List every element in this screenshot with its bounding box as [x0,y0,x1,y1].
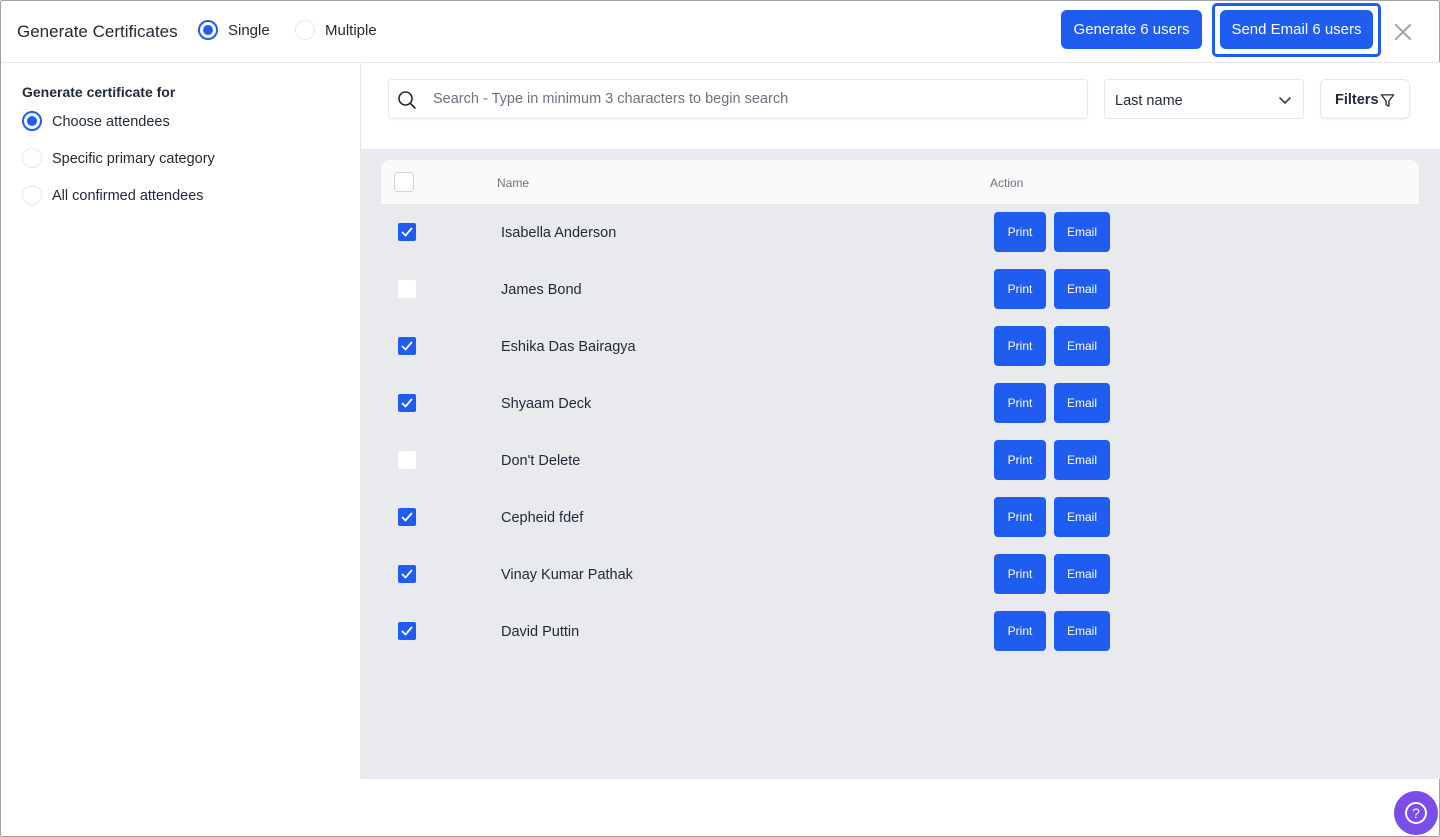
row-checkbox[interactable] [398,223,416,241]
page-title: Generate Certificates [17,22,178,41]
print-button[interactable]: Print [994,440,1046,480]
column-header-action: Action [990,176,1024,190]
print-button[interactable]: Print [994,383,1046,423]
print-button[interactable]: Print [994,269,1046,309]
sort-select[interactable]: Last name [1104,79,1304,119]
radio-single-label[interactable]: Single [228,22,270,39]
email-button[interactable]: Email [1054,554,1110,594]
row-checkbox[interactable] [398,565,416,583]
attendee-name: Shyaam Deck [501,396,592,412]
search-box [388,79,1088,119]
sidebar-heading: Generate certificate for [22,84,176,100]
checkmark-icon [401,341,413,351]
radio-specific-category-label[interactable]: Specific primary category [52,151,215,167]
row-checkbox[interactable] [398,508,416,526]
checkmark-icon [401,512,413,522]
radio-single[interactable] [198,20,218,40]
print-button[interactable]: Print [994,611,1046,651]
email-button[interactable]: Email [1054,497,1110,537]
row-checkbox[interactable] [398,451,416,469]
checkmark-icon [401,569,413,579]
checkmark-icon [401,626,413,636]
close-icon[interactable] [1392,21,1414,43]
checkmark-icon [401,398,413,408]
row-checkbox[interactable] [398,394,416,412]
attendee-name: Isabella Anderson [501,225,617,241]
email-button[interactable]: Email [1054,383,1110,423]
print-button[interactable]: Print [994,497,1046,537]
column-header-name: Name [497,176,530,190]
row-checkbox[interactable] [398,280,416,298]
table-row: James Bond Print Email [381,261,1419,318]
modal-header: Generate Certificates Single Multiple Ge… [1,1,1440,63]
email-button[interactable]: Email [1054,611,1110,651]
table-row: Don't Delete Print Email [381,432,1419,489]
table-row: Vinay Kumar Pathak Print Email [381,546,1419,603]
attendee-name: Eshika Das Bairagya [501,339,636,355]
radio-choose-attendees-label[interactable]: Choose attendees [52,114,170,130]
print-button[interactable]: Print [994,326,1046,366]
table-row: Isabella Anderson Print Email [381,204,1419,261]
print-button[interactable]: Print [994,554,1046,594]
attendee-name: Don't Delete [501,453,581,469]
search-input[interactable] [433,80,1073,118]
email-button[interactable]: Email [1054,326,1110,366]
radio-all-confirmed-label[interactable]: All confirmed attendees [52,188,204,204]
search-icon [398,91,416,109]
send-email-button[interactable]: Send Email 6 users [1220,10,1373,49]
select-all-checkbox[interactable] [394,172,414,192]
help-icon: ? [1405,802,1427,824]
main-panel: Last name Filters Name Action Isabella A… [361,63,1440,779]
table-row: Cepheid fdef Print Email [381,489,1419,546]
attendee-name: James Bond [501,282,582,298]
checkmark-icon [401,227,413,237]
table-row: David Puttin Print Email [381,603,1419,660]
table-header: Name Action [381,160,1419,204]
radio-all-confirmed[interactable] [22,185,42,205]
filter-icon [1380,94,1395,107]
sidebar: Generate certificate for Choose attendee… [1,63,361,779]
radio-multiple-label[interactable]: Multiple [325,22,377,39]
radio-specific-category[interactable] [22,148,42,168]
generate-button[interactable]: Generate 6 users [1061,10,1202,49]
attendee-name: Cepheid fdef [501,510,584,526]
row-checkbox[interactable] [398,622,416,640]
filters-button[interactable]: Filters [1320,79,1410,119]
attendee-name: Vinay Kumar Pathak [501,567,633,583]
modal: Generate Certificates Single Multiple Ge… [0,0,1440,837]
attendee-name: David Puttin [501,624,580,640]
email-button[interactable]: Email [1054,269,1110,309]
sort-select-value: Last name [1115,93,1183,109]
attendee-table: Name Action Isabella Anderson Print Email J… [361,149,1440,779]
table-row: Eshika Das Bairagya Print Email [381,318,1419,375]
radio-choose-attendees[interactable] [22,111,42,131]
row-checkbox[interactable] [398,337,416,355]
print-button[interactable]: Print [994,212,1046,252]
chevron-down-icon [1279,97,1291,104]
filters-label: Filters [1335,92,1379,108]
email-button[interactable]: Email [1054,212,1110,252]
radio-multiple[interactable] [295,20,315,40]
email-button[interactable]: Email [1054,440,1110,480]
table-row: Shyaam Deck Print Email [381,375,1419,432]
help-button[interactable]: ? [1394,791,1438,835]
